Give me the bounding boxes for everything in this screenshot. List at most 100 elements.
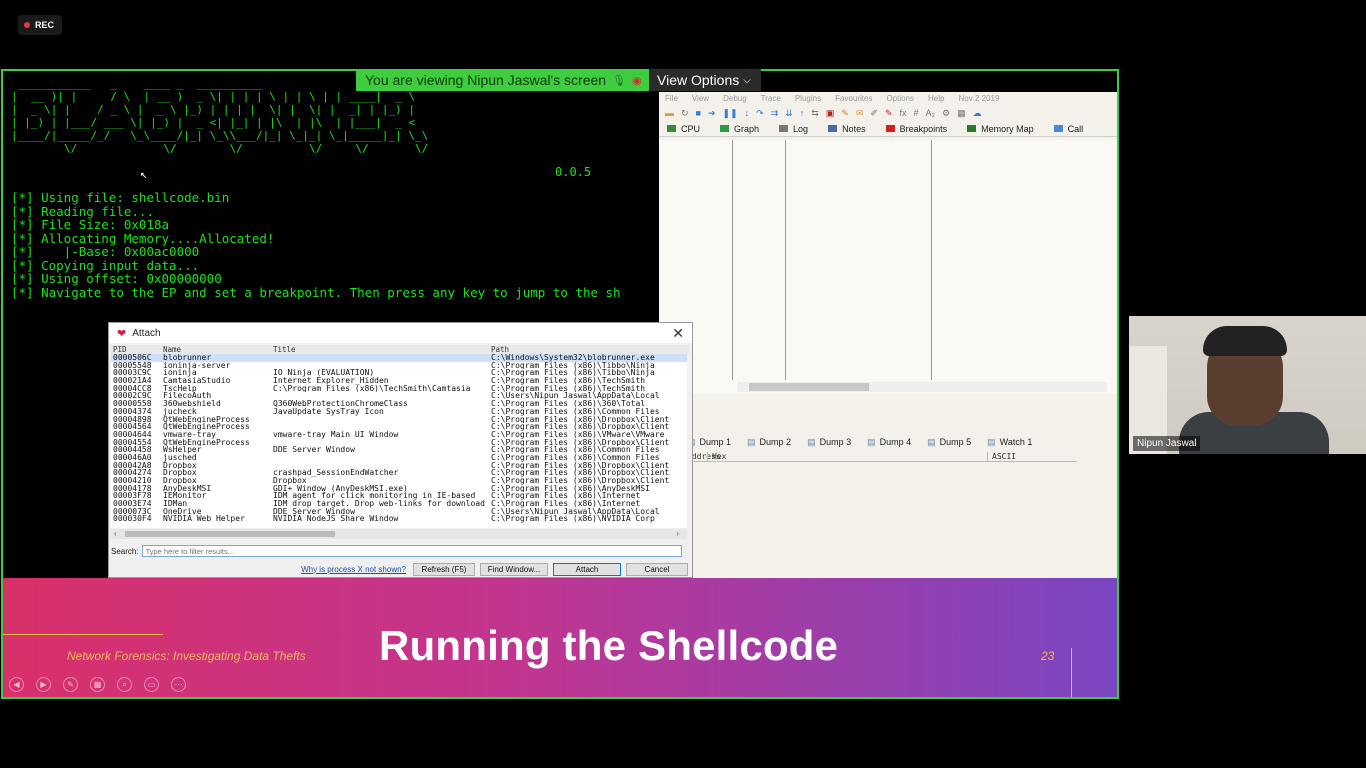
tab-graph[interactable]: Graph (720, 124, 759, 134)
process-row[interactable]: 000046A0 jusched C:\Program Files (x86)\Co… (111, 454, 687, 462)
process-row[interactable]: 000021A4 CamtasiaStudio Internet Explorer_… (111, 377, 687, 385)
slides-grid-icon[interactable]: ▦ (90, 677, 105, 692)
function-icon[interactable]: fx (900, 108, 907, 118)
process-row[interactable]: 00004210 Dropbox Dropbox C:\Program Files (… (111, 477, 687, 485)
tab-dump[interactable]: ▤ Dump 5 (927, 437, 971, 448)
process-row[interactable]: 00004178 AnyDeskMSI GDI+ Window (AnyDeskMS… (111, 485, 687, 493)
comments-icon[interactable]: ✉ (856, 108, 864, 119)
step-out-icon[interactable]: ↑ (800, 108, 805, 118)
tab-dump[interactable]: ▤ Dump 2 (747, 437, 791, 448)
notes-icon (828, 125, 838, 132)
menu-item[interactable]: Plugins (795, 94, 821, 103)
scrollbar-thumb[interactable] (749, 383, 869, 391)
process-row[interactable]: 00005548 ioninja-server C:\Program Files (… (111, 362, 687, 370)
scroll-left-icon[interactable]: ‹ (114, 529, 117, 538)
process-row[interactable]: 00004458 WsHelper DDE Server Window C:\Prog… (111, 446, 687, 454)
process-row[interactable]: 0000506C blobrunner C:\Windows\System32\bl… (111, 354, 687, 362)
process-row[interactable]: 000042A8 Dropbox C:\Program Files (x86)\Dr… (111, 462, 687, 470)
find-window-button[interactable]: Find Window... (480, 562, 548, 576)
scylla-icon[interactable]: ▣ (826, 108, 835, 119)
menu-item[interactable]: View (692, 94, 709, 103)
search-input[interactable] (141, 545, 682, 557)
labels-icon[interactable]: ✐ (870, 108, 878, 119)
tab-dump[interactable]: ▤Dump 1 (687, 437, 731, 448)
menu-item[interactable]: Debug (723, 94, 747, 103)
refresh-button[interactable]: Refresh (F5) (413, 562, 475, 576)
process-row[interactable]: 00003E74 IDMan IDM drop target. Drop web-l… (111, 500, 687, 508)
run-icon[interactable]: ➔ (708, 108, 716, 119)
cpu-view[interactable] (659, 140, 1117, 394)
tab-dump[interactable]: ▤ Dump 4 (867, 437, 911, 448)
process-row[interactable]: 0000073C OneDrive DDE Server Window C:\User… (111, 508, 687, 516)
scrollbar-thumb[interactable] (125, 531, 335, 537)
col-path[interactable]: Path (491, 345, 687, 354)
banner-line: |____/|_____/_/ \_\____/|_| \_\\___/|_| … (11, 129, 429, 142)
process-row[interactable]: 00004644 vmware-tray vmware-tray Main UI W… (111, 431, 687, 439)
more-options-icon[interactable]: ⋯ (171, 677, 186, 692)
tab-notes[interactable]: Notes (828, 124, 866, 134)
horizontal-scrollbar[interactable] (737, 382, 1107, 392)
tab-log[interactable]: Log (779, 124, 808, 134)
process-row[interactable]: 00004564 QtWebEngineProcess C:\Program Fil… (111, 423, 687, 431)
bookmark-icon[interactable]: ✎ (885, 108, 893, 119)
hash-icon[interactable]: # (914, 108, 919, 118)
tab-dump[interactable]: ▤ Watch 1 (987, 437, 1032, 448)
plugin-icon[interactable]: ☁ (973, 108, 982, 119)
process-title (273, 423, 491, 431)
view-options-button[interactable]: View Options ⌵ (649, 69, 761, 91)
why-not-shown-link[interactable]: Why is process X not shown? (301, 565, 406, 574)
process-row[interactable]: 00004274 Dropbox crashpad_SessionEndWatche… (111, 469, 687, 477)
attach-button[interactable]: Attach (553, 562, 621, 576)
col-title[interactable]: Title (273, 345, 491, 354)
subtitles-icon[interactable]: ▭ (144, 677, 159, 692)
restart-icon[interactable]: ↻ (681, 108, 689, 119)
patch-icon[interactable]: ✎ (841, 108, 849, 119)
font-icon[interactable]: A₂ (926, 108, 936, 118)
process-row[interactable]: 00000558 360webshield Q360WebProtectionChr… (111, 400, 687, 408)
settings-icon[interactable]: ⚙ (942, 108, 950, 119)
process-row[interactable]: 00004898 QtWebEngineProcess C:\Program Fil… (111, 416, 687, 424)
step-over-icon[interactable]: ↷ (756, 108, 764, 119)
participant-video[interactable]: Nipun Jaswal (1129, 316, 1366, 454)
calculator-icon[interactable]: ▦ (957, 108, 966, 119)
process-row[interactable]: 000030F4 NVIDIA Web Helper NVIDIA NodeJS S… (111, 515, 687, 523)
tab-breakpoints[interactable]: Breakpoints (885, 124, 947, 134)
previous-slide-icon[interactable]: ◀ (9, 677, 24, 692)
process-pid: 00005548 (113, 361, 152, 370)
process-row[interactable]: 00003C9C ioninja IO Ninja (EVALUATION) C:\P… (111, 369, 687, 377)
run-to-user-code-icon[interactable]: ⇊ (785, 108, 793, 119)
process-name: ioninja-server (163, 361, 231, 370)
menu-item[interactable]: Trace (761, 94, 781, 103)
process-title: NVIDIA NodeJS Share Window (273, 515, 399, 524)
animate-icon[interactable]: ⇆ (811, 108, 819, 119)
col-name[interactable]: Name (163, 345, 273, 354)
pen-icon[interactable]: ✎ (63, 677, 78, 692)
pause-icon[interactable]: ❚❚ (723, 108, 738, 119)
menu-item[interactable]: Favourites (835, 94, 872, 103)
menu-item[interactable]: File (665, 94, 678, 103)
tab-call[interactable]: Call (1053, 124, 1083, 134)
process-row[interactable]: 00002C9C FilecoAuth C:\Users\Nipun Jaswal\… (111, 392, 687, 400)
tab-memory-map[interactable]: Memory Map (967, 124, 1034, 134)
tab-cpu[interactable]: CPU (667, 124, 700, 134)
process-row[interactable]: 00003F78 IEMonitor IDM agent for click mon… (111, 492, 687, 500)
process-row[interactable]: 00004374 jucheck JavaUpdate SysTray Icon C:… (111, 408, 687, 416)
col-pid[interactable]: PID (111, 345, 163, 354)
next-slide-icon[interactable]: ▶ (36, 677, 51, 692)
execute-till-return-icon[interactable]: ⇉ (771, 108, 779, 119)
zoom-icon[interactable]: ⌕ (117, 677, 132, 692)
process-row[interactable]: 00004CC8 TscHelp C:\Program Files (x86)\Te… (111, 385, 687, 393)
cancel-button[interactable]: Cancel (626, 562, 688, 576)
open-icon[interactable]: ▬ (665, 108, 674, 118)
horizontal-scrollbar[interactable]: ‹ › (111, 529, 687, 539)
process-name: TscHelp (163, 384, 197, 393)
menu-item[interactable]: Options (886, 94, 914, 103)
step-into-icon[interactable]: ↓ (745, 108, 750, 118)
stop-icon[interactable]: ■ (696, 108, 701, 118)
menu-item[interactable]: Help (928, 94, 944, 103)
process-row[interactable]: 00004554 QtWebEngineProcess C:\Program Fil… (111, 439, 687, 447)
process-list[interactable]: 0000506C blobrunner C:\Windows\System32\bl… (111, 354, 687, 528)
scroll-right-icon[interactable]: › (676, 529, 679, 538)
close-icon[interactable]: ✕ (672, 325, 684, 342)
tab-dump[interactable]: ▤ Dump 3 (807, 437, 851, 448)
